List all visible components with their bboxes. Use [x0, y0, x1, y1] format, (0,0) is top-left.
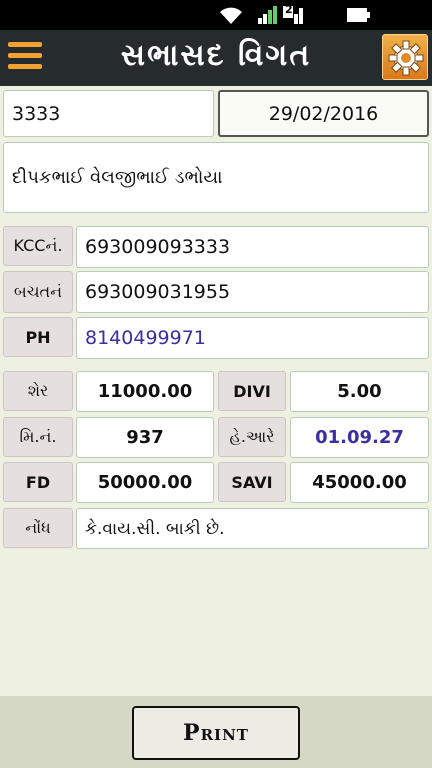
- note-label: નોંધ: [3, 508, 73, 548]
- phone-label: PH: [3, 317, 73, 357]
- hamburger-menu-icon[interactable]: [8, 42, 42, 74]
- share-value: 11000.00: [76, 371, 214, 412]
- wifi-icon: [220, 7, 242, 24]
- status-bar: 2: [0, 0, 432, 30]
- fd-label: FD: [3, 462, 73, 502]
- signal-icon: [258, 6, 303, 24]
- note-value: કે.વાય.સી. બાકી છે.: [76, 508, 429, 549]
- member-name-field: દીપકભાઈ વેલજીભાઈ ડભોયા: [3, 142, 429, 213]
- savi-label: SAVI: [218, 462, 286, 502]
- fd-value: 50000.00: [76, 462, 214, 503]
- phone-number-link[interactable]: 8140499971: [76, 317, 429, 359]
- date-field[interactable]: 29/02/2016: [218, 90, 429, 137]
- min-label: મિ.નં.: [3, 417, 73, 457]
- battery-icon: [347, 8, 370, 22]
- kcc-number-field: 693009093333: [76, 226, 429, 268]
- min-value: 937: [76, 417, 214, 458]
- kcc-label: KCCનં.: [3, 226, 73, 266]
- sim-badge: 2: [285, 3, 293, 16]
- divi-label: DIVI: [218, 371, 286, 411]
- page-title: સભાસદ વિગત: [120, 38, 312, 73]
- savings-number-field: 693009031955: [76, 271, 429, 313]
- settings-button[interactable]: [382, 34, 428, 80]
- he-value: 01.09.27: [290, 417, 429, 458]
- print-button[interactable]: Print: [132, 706, 300, 760]
- share-label: શેર: [3, 371, 73, 411]
- he-label: હે.આરે: [218, 417, 286, 457]
- savings-label: બચતનં: [3, 271, 73, 313]
- member-number-field[interactable]: 3333: [3, 90, 214, 137]
- app-bar: સભાસદ વિગત: [0, 30, 432, 86]
- gear-icon: [388, 40, 424, 76]
- savi-value: 45000.00: [290, 462, 429, 503]
- divi-value: 5.00: [290, 371, 429, 412]
